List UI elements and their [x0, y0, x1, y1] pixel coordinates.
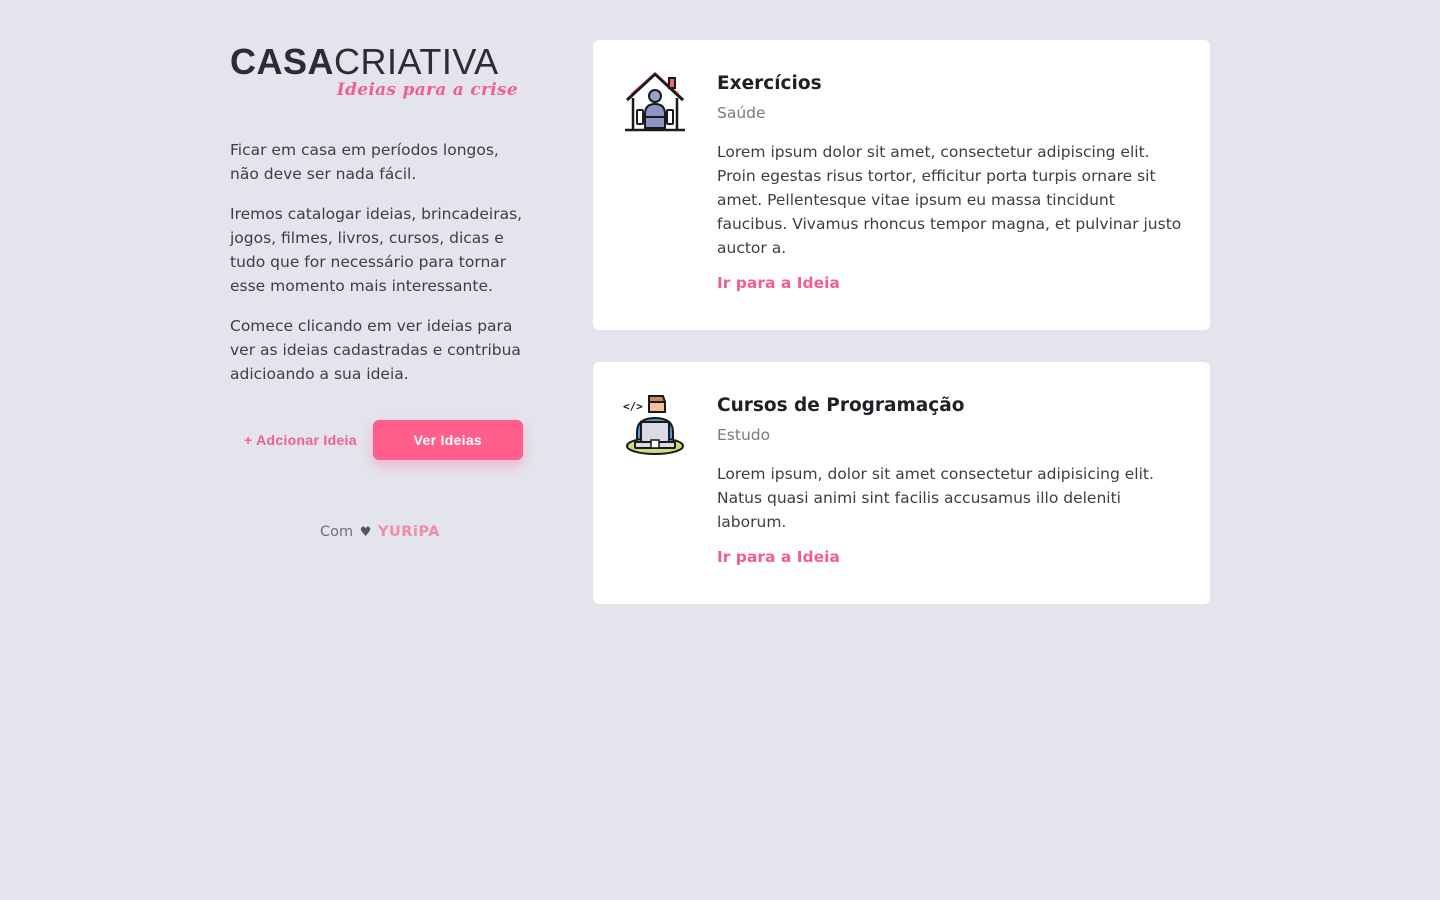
idea-card: Exercícios Saúde Lorem ipsum dolor sit a… [593, 40, 1210, 330]
idea-title: Cursos de Programação [717, 395, 965, 416]
view-ideas-button[interactable]: Ver Ideias [372, 420, 523, 460]
intro-paragraph: Ficar em casa em períodos longos, não de… [230, 141, 499, 183]
idea-card: </> Cursos de Programação Estudo Lorem i… [593, 362, 1210, 604]
add-idea-link[interactable]: + Adcionar Ideia [244, 432, 357, 448]
footer-author-link[interactable]: YURiPA [378, 524, 440, 540]
footer-credit: Com ♥ YURiPA [230, 524, 530, 540]
heart-icon: ♥ [359, 525, 372, 540]
logo[interactable]: CASACRIATIVA Ideias para a crise [230, 44, 522, 104]
logo-name-bold: CASA [230, 41, 335, 82]
svg-text:</>: </> [623, 400, 643, 413]
logo-wordmark: CASACRIATIVA [230, 44, 522, 80]
idea-category: Saúde [717, 104, 766, 122]
logo-name-thin: CRIATIVA [334, 41, 499, 82]
idea-description: Lorem ipsum dolor sit amet, consectetur … [717, 143, 1182, 257]
idea-category: Estudo [717, 426, 771, 444]
intro-paragraph: Iremos catalogar ideias, brincadeiras, j… [230, 205, 523, 295]
idea-title: Exercícios [717, 73, 822, 94]
logo-tagline: Ideias para a crise [336, 80, 518, 100]
go-to-idea-link[interactable]: Ir para a Ideia [717, 274, 840, 292]
footer-prefix: Com [320, 524, 354, 540]
page: CASACRIATIVA Ideias para a crise Ficar e… [0, 0, 1440, 900]
actions: + Adcionar Ideia Ver Ideias [230, 420, 530, 460]
house-exercise-icon [623, 70, 687, 134]
go-to-idea-link[interactable]: Ir para a Ideia [717, 548, 840, 566]
programmer-laptop-icon: </> [623, 392, 687, 456]
intro-paragraph: Comece clicando em ver ideias para ver a… [230, 317, 521, 383]
sidebar: CASACRIATIVA Ideias para a crise Ficar e… [230, 44, 530, 540]
idea-description: Lorem ipsum, dolor sit amet consectetur … [717, 465, 1154, 531]
intro-text: Ficar em casa em períodos longos, não de… [230, 138, 530, 386]
